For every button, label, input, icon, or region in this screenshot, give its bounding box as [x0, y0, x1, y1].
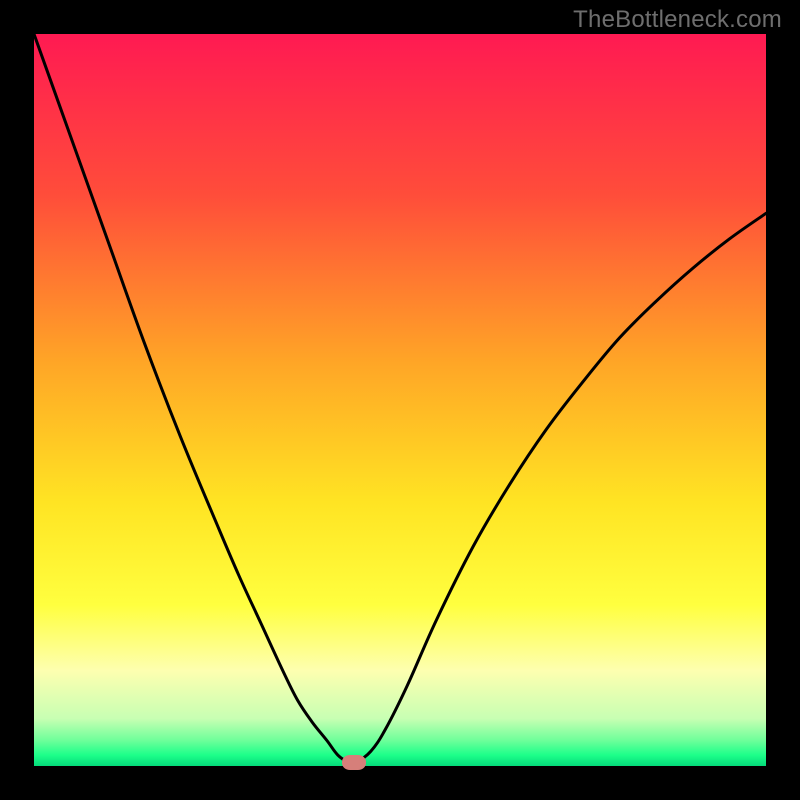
chart-frame: TheBottleneck.com — [0, 0, 800, 800]
gradient-background — [34, 34, 766, 766]
optimal-point-marker — [342, 755, 366, 770]
watermark-text: TheBottleneck.com — [573, 6, 782, 34]
bottleneck-chart — [34, 34, 766, 766]
